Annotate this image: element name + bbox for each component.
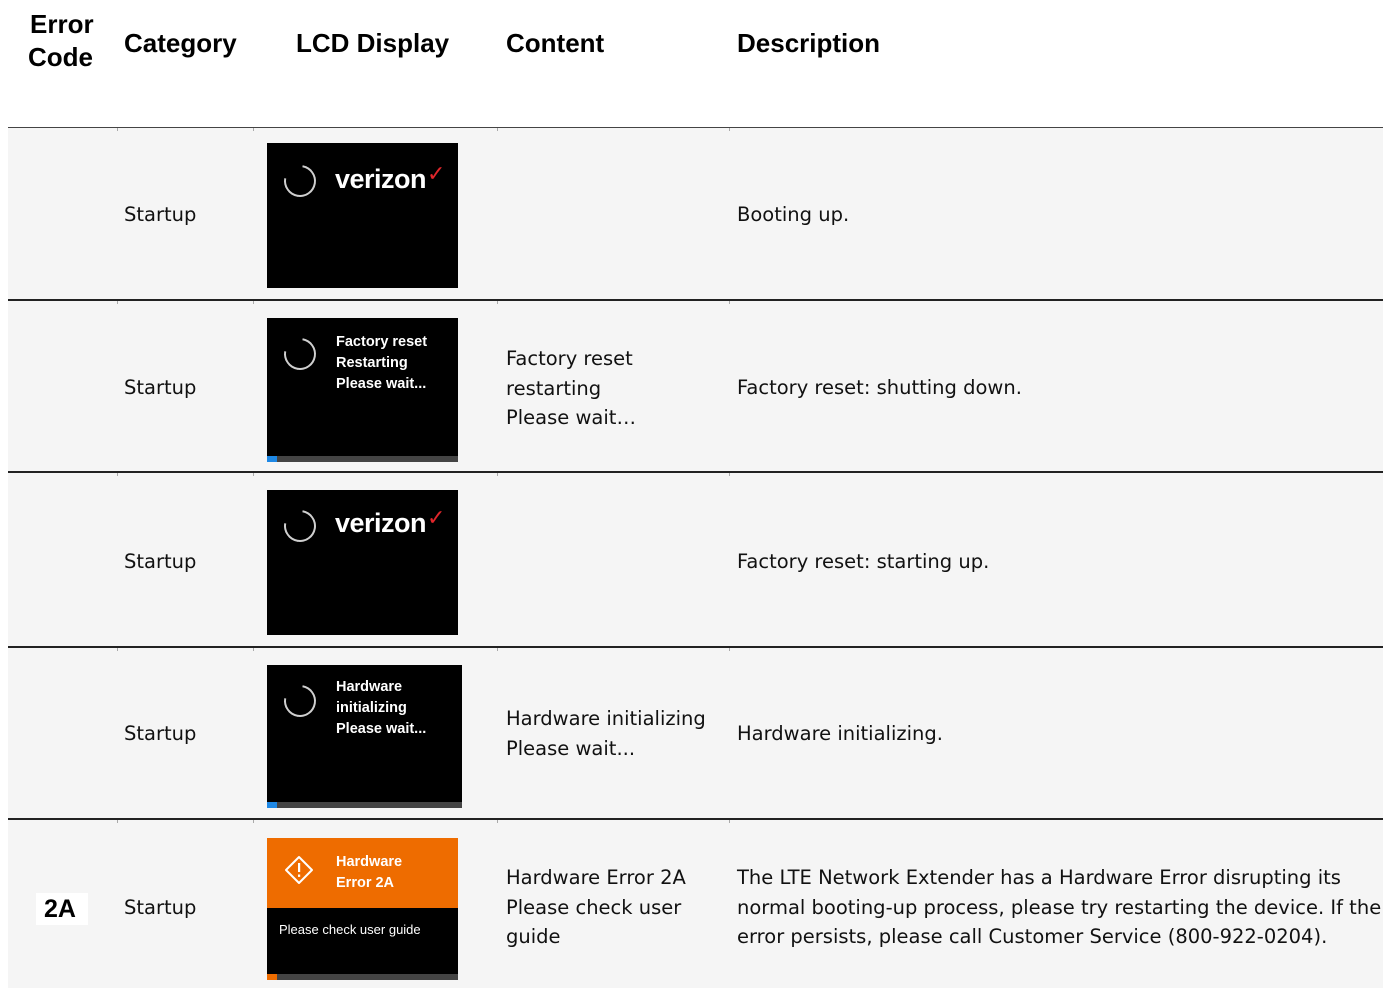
table-row: 2A Startup Hardware Error 2A Please chec… (8, 818, 1383, 988)
content-line: Please wait… (506, 406, 636, 429)
lcd-display: Factory reset Restarting Please wait... (267, 318, 458, 462)
lcd-line: Please wait... (336, 376, 427, 392)
table-row: Startup verizon✓ Factory reset: starting… (8, 471, 1383, 648)
progress-bar (267, 974, 458, 980)
lcd-line: Please wait... (336, 721, 427, 737)
content-line: Hardware Error 2A (506, 866, 686, 889)
verizon-logo: verizon✓ (335, 505, 445, 539)
spinner-icon (277, 331, 323, 377)
lcd-message: Hardware initializing Please wait... (336, 677, 426, 740)
header-error-code-line2: Code (28, 42, 93, 72)
column-tick (117, 128, 118, 131)
table-row: Startup Factory reset Restarting Please … (8, 299, 1383, 473)
header-lcd-display: LCD Display (296, 28, 450, 58)
progress-bar (267, 802, 462, 808)
verizon-logo-text: verizon (335, 508, 427, 538)
category-cell: Startup (124, 550, 197, 573)
lcd-sub-message: Please check user guide (279, 922, 421, 937)
column-tick (729, 473, 730, 476)
column-tick (729, 820, 730, 823)
column-tick (497, 648, 498, 651)
header-content: Content (506, 28, 605, 58)
category-cell: Startup (124, 896, 197, 919)
description-cell: Factory reset: starting up. (737, 550, 990, 573)
spinner-icon (277, 158, 323, 204)
lcd-message: Factory reset Restarting Please wait... (336, 332, 427, 395)
column-tick (253, 648, 254, 651)
table-row: Startup verizon✓ Booting up. (8, 127, 1383, 300)
column-tick (253, 473, 254, 476)
lcd-message: Hardware Error 2A (336, 852, 402, 894)
verizon-check-mark: ✓ (427, 505, 445, 530)
content-line: Hardware initializing (506, 707, 706, 730)
description-cell: The LTE Network Extender has a Hardware … (737, 863, 1381, 952)
description-cell: Factory reset: shutting down. (737, 376, 1022, 399)
lcd-line: Error 2A (336, 875, 395, 891)
column-tick (729, 301, 730, 304)
column-tick (729, 128, 730, 131)
description-line: normal booting-up process, please try re… (737, 895, 1382, 919)
description-cell: Hardware initializing. (737, 722, 943, 745)
column-tick (117, 820, 118, 823)
content-line: Factory reset (506, 347, 633, 370)
warning-icon (285, 856, 313, 884)
lcd-display: verizon✓ (267, 143, 458, 288)
lcd-line: Factory reset (336, 334, 428, 350)
progress-bar-fill (267, 974, 277, 980)
spinner-icon (277, 678, 323, 724)
verizon-check-mark: ✓ (427, 161, 445, 186)
column-tick (497, 128, 498, 131)
lcd-line: initializing (336, 700, 407, 716)
header-error-code: Error Code (28, 8, 94, 74)
column-tick (253, 820, 254, 823)
description-line: The LTE Network Extender has a Hardware … (737, 866, 1341, 889)
lcd-display: Hardware Error 2A Please check user guid… (267, 838, 458, 980)
lcd-display: verizon✓ (267, 490, 458, 635)
verizon-logo-text: verizon (335, 164, 427, 194)
column-tick (117, 301, 118, 304)
column-tick (117, 648, 118, 651)
description-line: error persists, please call Customer Ser… (737, 925, 1328, 948)
content-line: Please check user (506, 895, 682, 919)
content-line: restarting (506, 376, 602, 400)
progress-bar-fill (267, 456, 277, 462)
progress-bar (267, 456, 458, 462)
table-row: Startup Hardware initializing Please wai… (8, 646, 1383, 820)
lcd-line: Hardware (336, 679, 403, 695)
column-tick (497, 301, 498, 304)
column-tick (497, 820, 498, 823)
description-cell: Booting up. (737, 203, 850, 226)
category-cell: Startup (124, 203, 197, 226)
column-tick (253, 128, 254, 131)
content-cell: Hardware initializing Please wait... (506, 704, 706, 763)
error-code-cell: 2A (36, 893, 88, 925)
verizon-logo: verizon✓ (335, 161, 445, 195)
content-cell: Factory reset restarting Please wait… (506, 344, 636, 433)
content-line: Please wait... (506, 736, 636, 760)
column-tick (497, 473, 498, 476)
column-tick (729, 648, 730, 651)
lcd-line: Restarting (336, 355, 408, 371)
header-description: Description (737, 28, 881, 58)
lcd-line: Hardware (336, 854, 403, 870)
column-tick (117, 473, 118, 476)
progress-bar-fill (267, 802, 277, 808)
content-line: guide (506, 925, 561, 948)
column-tick (253, 301, 254, 304)
category-cell: Startup (124, 376, 197, 399)
content-cell: Hardware Error 2A Please check user guid… (506, 863, 686, 952)
category-cell: Startup (124, 722, 197, 745)
header-error-code-line1: Error (30, 9, 94, 39)
header-category: Category (124, 28, 237, 58)
spinner-icon (277, 503, 323, 549)
lcd-display: Hardware initializing Please wait... (267, 665, 462, 808)
